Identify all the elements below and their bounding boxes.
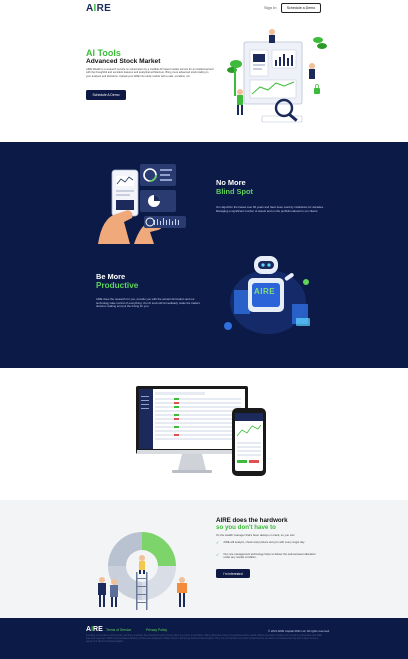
terms-link[interactable]: Terms of Service	[106, 628, 131, 632]
site-footer: AIRE Terms of Service Privacy Policy © 2…	[0, 618, 408, 659]
blind-spot-highlight: Blind Spot	[216, 187, 253, 196]
hero-title: AI Tools	[86, 48, 121, 58]
features-dark-section: No More Blind Spot Our algorithm the bas…	[0, 142, 408, 368]
blind-spot-text: Our algorithm the based over 60 years an…	[216, 205, 324, 213]
signin-link[interactable]: Sign In	[264, 5, 276, 10]
hero-illustration	[227, 29, 327, 123]
logo-letters-re: RE	[96, 3, 112, 14]
hardwork-item-text: Our new management technology helps to d…	[223, 553, 316, 560]
footer-disclaimer: Investing in securities involves risks, …	[86, 635, 322, 643]
hero-demo-button[interactable]: Schedule A Demo	[86, 90, 126, 100]
interested-button[interactable]: I'm Interested	[216, 569, 250, 578]
hero-subtitle: Advanced Stock Market	[86, 58, 161, 65]
check-icon: ✓	[216, 552, 220, 557]
logo-letter-a: A	[86, 3, 94, 14]
check-icon: ✓	[216, 540, 220, 545]
hardwork-lead: It's the wealth manager that's been alwa…	[216, 533, 296, 537]
hardwork-section: AIRE does the hardwork so you don't have…	[0, 500, 408, 618]
hardwork-item: ✓ AIRE will analyze, check and produce a…	[216, 540, 316, 545]
hero-description: AIRE Wealth is a research service on sub…	[86, 68, 214, 78]
footer-logo-letters-re: RE	[93, 626, 103, 633]
hardwork-item-text: AIRE will analyze, check and produce and…	[223, 541, 305, 544]
productive-title: Be More	[96, 272, 126, 281]
desktop-mobile-mockup	[136, 386, 266, 476]
productive-text: AIRE does the research for you, provide …	[96, 297, 200, 309]
footer-logo[interactable]: AIRE	[86, 626, 103, 633]
productive-highlight: Productive	[96, 281, 139, 290]
hero-section: AI Tools Advanced Stock Market AIRE Weal…	[0, 18, 408, 142]
copyright-text: © 2021 AIRE Capital 2021 Ltd. All rights…	[268, 629, 330, 633]
blind-spot-title: No More	[216, 178, 246, 187]
devices-section	[0, 368, 408, 500]
hardwork-item: ✓ Our new management technology helps to…	[216, 553, 316, 560]
robot-chest-label: AIRE	[254, 287, 276, 296]
team-puzzle-illustration	[98, 532, 187, 610]
hardwork-title: AIRE does the hardwork	[216, 517, 288, 524]
aire-logo[interactable]: AIRE	[86, 3, 111, 14]
privacy-link[interactable]: Privacy Policy	[146, 628, 167, 632]
schedule-demo-button[interactable]: Schedule a Demo	[281, 3, 321, 13]
analytics-tablet-illustration	[98, 164, 186, 244]
aire-robot-illustration	[224, 256, 310, 334]
site-header: AIRE Sign In Schedule a Demo	[0, 0, 408, 18]
hardwork-highlight: so you don't have to	[216, 524, 276, 531]
